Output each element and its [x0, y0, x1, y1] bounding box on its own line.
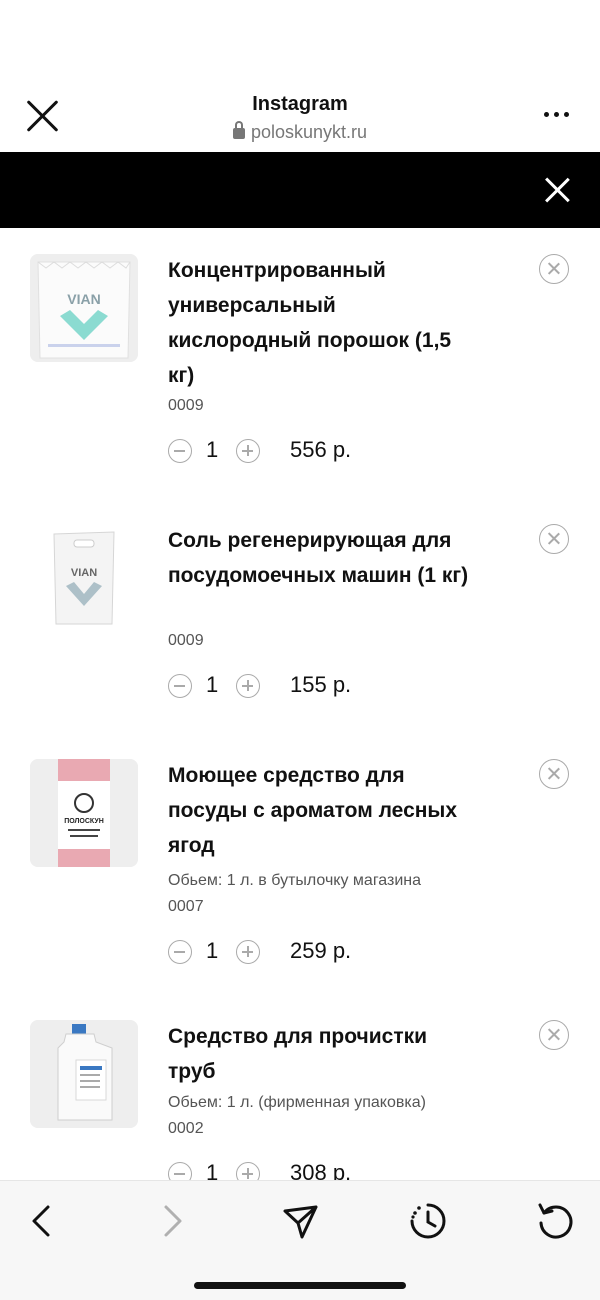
reload-icon[interactable]	[534, 1199, 578, 1243]
more-options-icon[interactable]	[544, 112, 570, 118]
cart-list[interactable]: VIAN Концентрированный универсальный кис…	[0, 228, 600, 1180]
product-sku: 0009	[168, 632, 204, 649]
forward-arrow-icon	[150, 1199, 194, 1243]
app-title: Instagram	[252, 93, 348, 115]
remove-item-button[interactable]	[539, 759, 569, 789]
browser-toolbar	[0, 1180, 600, 1300]
product-title[interactable]: Концентрированный универсальный кислород…	[168, 253, 478, 393]
product-sku: 0002	[168, 1120, 204, 1137]
decrease-quantity-button[interactable]	[168, 940, 192, 964]
close-cart-icon[interactable]	[544, 177, 570, 203]
cart-header-bar	[0, 152, 600, 228]
product-price: 155 р.	[290, 672, 352, 697]
quantity-value: 1	[206, 672, 219, 697]
remove-item-button[interactable]	[539, 1020, 569, 1050]
increase-quantity-button[interactable]	[236, 439, 260, 463]
product-image: VIAN	[30, 524, 138, 632]
url-text: poloskunykt.ru	[250, 122, 368, 142]
product-option: Обьем: 1 л. в бутылочку магазина	[168, 872, 422, 889]
remove-item-button[interactable]	[539, 524, 569, 554]
browser-header: Instagram poloskunykt.ru	[0, 0, 600, 152]
decrease-quantity-button[interactable]	[168, 674, 192, 698]
product-brand: VIAN	[71, 567, 97, 579]
product-price: 308 р.	[290, 1160, 352, 1180]
product-title[interactable]: Соль регенерирующая для посудомоечных ма…	[168, 523, 478, 593]
product-brand: ПОЛОСКУН	[64, 818, 104, 825]
quantity-stepper: 1 155 р.	[168, 672, 488, 700]
quantity-value: 1	[206, 938, 219, 963]
product-title[interactable]: Средство для прочистки труб	[168, 1019, 478, 1089]
history-clock-icon[interactable]	[406, 1199, 450, 1243]
remove-item-button[interactable]	[539, 254, 569, 284]
product-title[interactable]: Моющее средство для посуды с ароматом ле…	[168, 758, 478, 863]
decrease-quantity-button[interactable]	[168, 1162, 192, 1180]
home-indicator	[194, 1282, 406, 1289]
product-image	[30, 1020, 138, 1128]
increase-quantity-button[interactable]	[236, 1162, 260, 1180]
quantity-stepper: 1 556 р.	[168, 437, 488, 465]
back-arrow-icon[interactable]	[20, 1199, 64, 1243]
quantity-value: 1	[206, 437, 219, 462]
product-brand: VIAN	[67, 291, 100, 307]
product-image: ПОЛОСКУН	[30, 759, 138, 867]
decrease-quantity-button[interactable]	[168, 439, 192, 463]
product-sku: 0007	[168, 898, 204, 915]
product-price: 556 р.	[290, 437, 352, 462]
product-price: 259 р.	[290, 938, 352, 963]
share-send-icon[interactable]	[278, 1199, 322, 1243]
quantity-stepper: 1 259 р.	[168, 938, 488, 966]
product-option: Обьем: 1 л. (фирменная упаковка)	[168, 1094, 426, 1111]
quantity-value: 1	[206, 1160, 219, 1180]
lock-icon	[232, 121, 245, 139]
product-image: VIAN	[30, 254, 138, 362]
increase-quantity-button[interactable]	[236, 674, 260, 698]
increase-quantity-button[interactable]	[236, 940, 260, 964]
quantity-stepper: 1 308 р.	[168, 1160, 488, 1180]
product-sku: 0009	[168, 397, 204, 414]
url-display: poloskunykt.ru	[0, 121, 600, 143]
